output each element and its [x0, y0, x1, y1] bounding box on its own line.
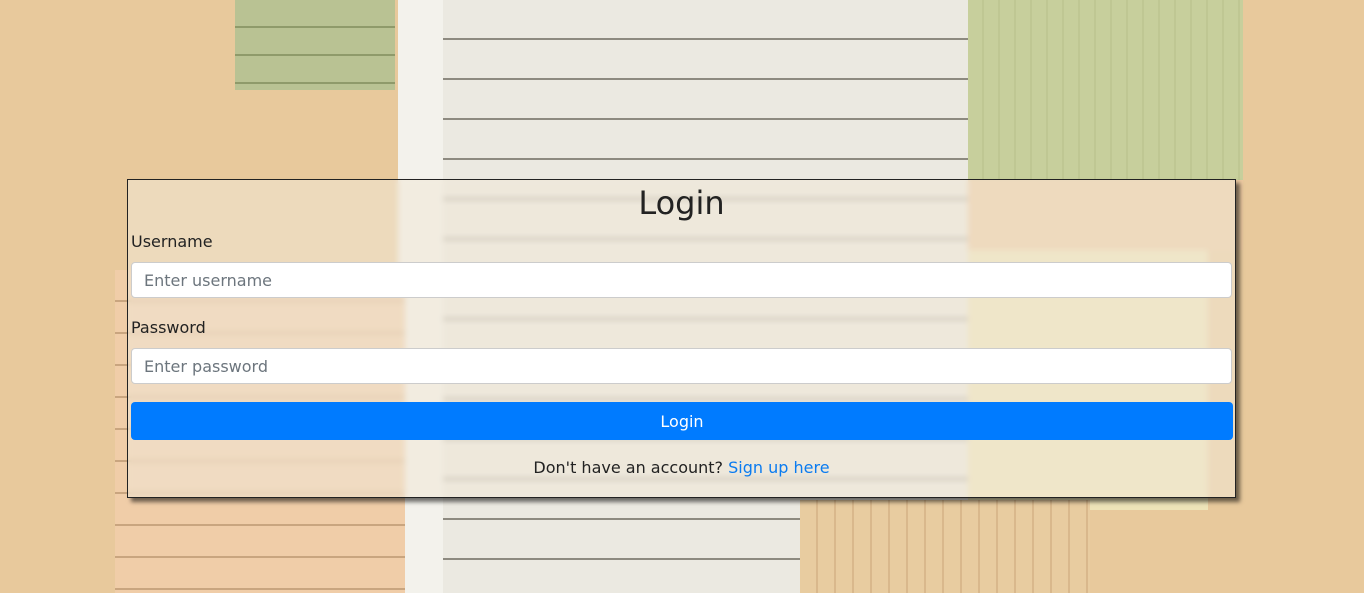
username-input[interactable] — [131, 262, 1232, 298]
login-title: Login — [638, 184, 725, 222]
signup-link[interactable]: Sign up here — [728, 458, 829, 477]
signup-prompt: Don't have an account? — [533, 458, 724, 477]
password-label: Password — [131, 318, 206, 337]
password-input[interactable] — [131, 348, 1232, 384]
login-card: Login Username Password Login Don't have… — [127, 179, 1236, 498]
signup-row: Don't have an account? Sign up here — [128, 458, 1235, 477]
login-button[interactable]: Login — [131, 402, 1233, 440]
username-label: Username — [131, 232, 213, 251]
